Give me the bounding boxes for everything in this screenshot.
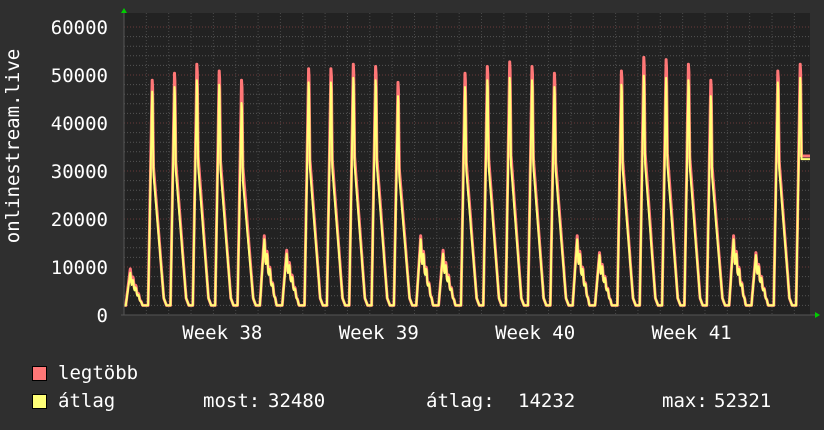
stat-avg-label: átlag: [426, 390, 495, 412]
legend-label-avg: átlag [58, 390, 116, 412]
legend-swatch-max [32, 366, 47, 381]
y-tick-label: 10000 [51, 257, 108, 279]
x-tick-label: Week 38 [182, 322, 262, 344]
stat-now-value: 32480 [268, 390, 326, 412]
y-tick-label: 40000 [51, 113, 108, 135]
legend-swatch-avg [32, 394, 47, 409]
y-tick-label: 0 [97, 305, 108, 327]
y-axis-label: onlinestream.live [2, 49, 24, 243]
y-tick-label: 20000 [51, 209, 108, 231]
rrd-graph: 0 10000 20000 30000 40000 50000 60000 onlinestr… [0, 0, 824, 430]
y-tick-label: 60000 [51, 17, 108, 39]
stat-now-label: most: [203, 390, 261, 412]
x-tick-label: Week 41 [652, 322, 732, 344]
x-tick-label: Week 40 [495, 322, 575, 344]
stat-avg-value: 14232 [518, 390, 576, 412]
y-tick-label: 50000 [51, 65, 108, 87]
x-tick-label: Week 39 [339, 322, 419, 344]
stat-max-label: max: [662, 390, 708, 412]
x-axis-arrow-icon [815, 312, 820, 318]
y-axis-arrow-icon [121, 8, 127, 13]
y-tick-label: 30000 [51, 161, 108, 183]
legend-label-max: legtöbb [58, 362, 139, 384]
stat-max-value: 52321 [714, 390, 772, 412]
